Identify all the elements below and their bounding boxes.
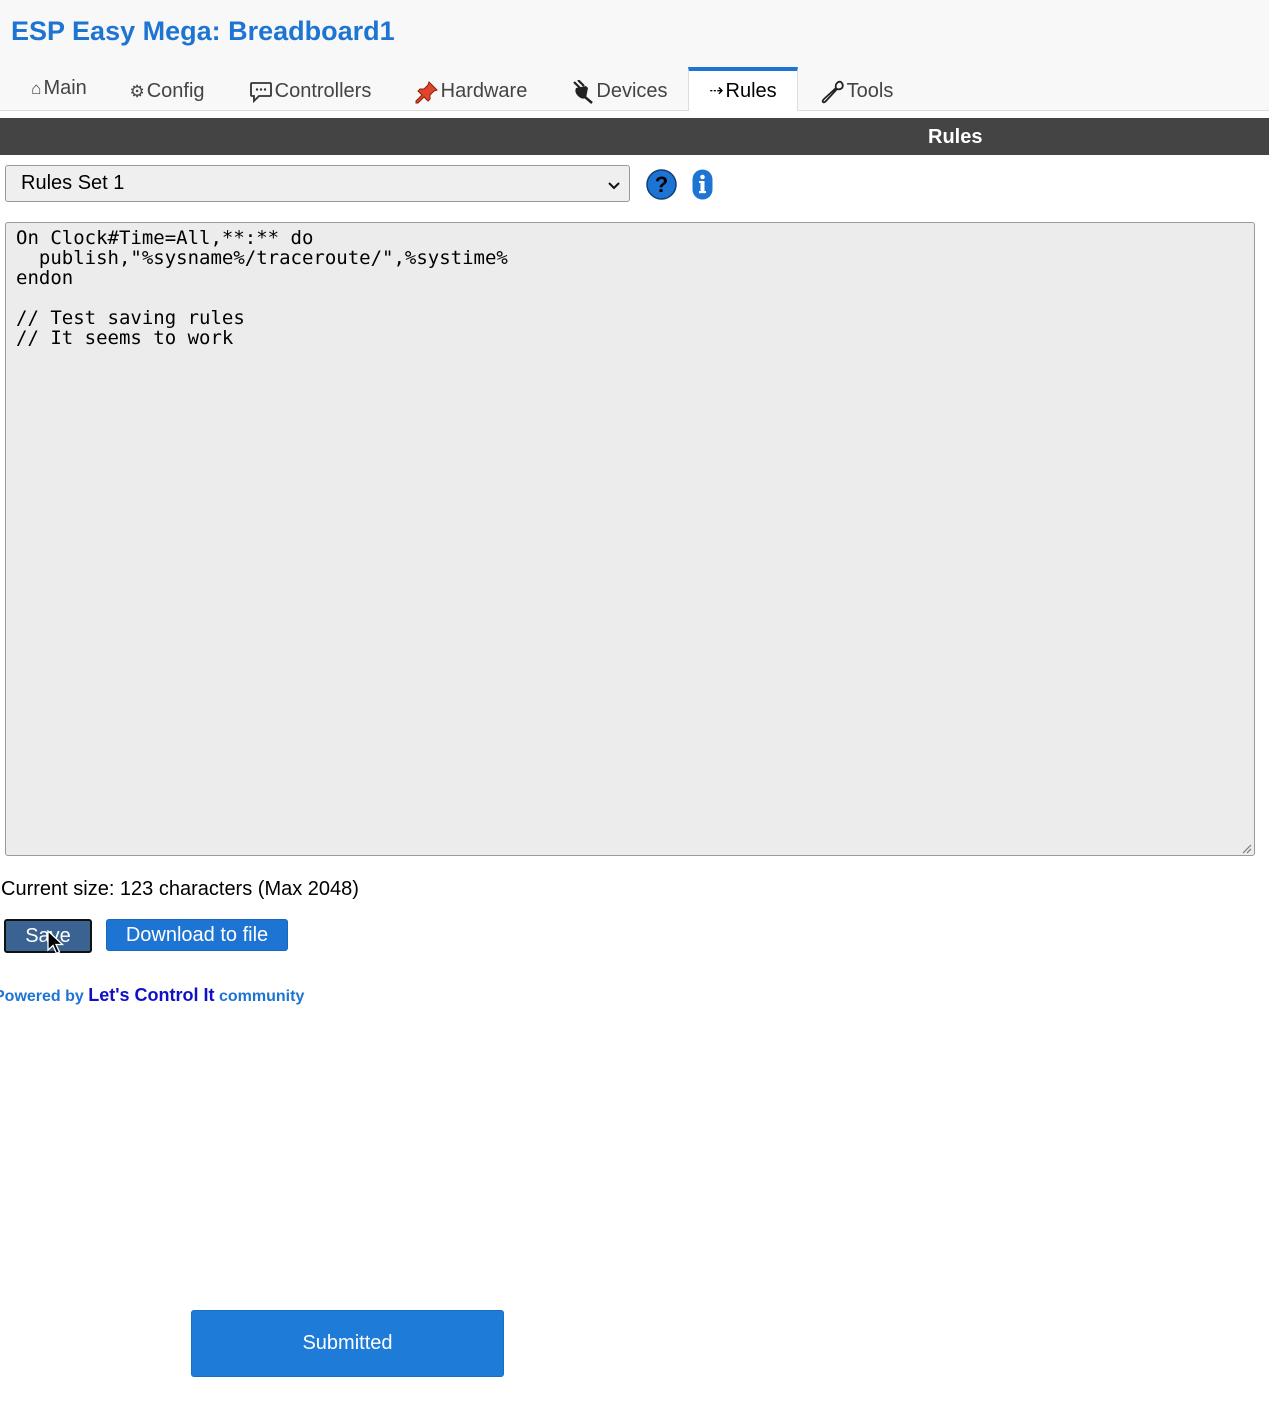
header-bar: ESP Easy Mega: Breadboard1 ⌂ Main ⚙ Config…	[0, 0, 1269, 111]
tab-label: Main	[43, 77, 87, 99]
save-button[interactable]: Save	[4, 919, 92, 953]
tab-label: Controllers	[274, 80, 372, 102]
chevron-down-icon	[607, 175, 621, 198]
info-icon[interactable]	[692, 169, 713, 200]
footer: Powered by Let's Control It community	[0, 985, 304, 1006]
submitted-button[interactable]: Submitted	[191, 1310, 504, 1377]
wrench-icon	[821, 80, 845, 104]
tab-devices[interactable]: Devices	[562, 70, 676, 113]
pushpin-icon	[415, 80, 439, 104]
section-header: Rules	[0, 118, 1269, 155]
download-button[interactable]: Download to file	[106, 919, 288, 951]
tab-rules[interactable]: ⇢ Rules	[688, 67, 798, 111]
tab-config[interactable]: ⚙ Config	[120, 70, 214, 113]
rules-set-select[interactable]: Rules Set 1	[5, 165, 630, 202]
tab-hardware[interactable]: Hardware	[405, 70, 537, 113]
tab-label: Tools	[846, 80, 894, 102]
tab-label: Hardware	[440, 80, 528, 102]
section-title: Rules	[928, 126, 983, 148]
home-icon: ⌂	[31, 78, 42, 98]
tab-label: Devices	[596, 80, 668, 102]
arrow-icon: ⇢	[709, 81, 724, 100]
speech-bubble-icon	[249, 81, 273, 103]
app-title: ESP Easy Mega: Breadboard1	[11, 16, 395, 46]
tab-label: Rules	[725, 79, 777, 102]
resize-grip-icon[interactable]	[1240, 841, 1252, 854]
tab-label: Config	[146, 80, 205, 102]
footer-link[interactable]: Let's Control It	[88, 985, 214, 1005]
tab-main[interactable]: ⌂ Main	[22, 67, 96, 110]
size-info: Current size: 123 characters (Max 2048)	[1, 878, 359, 900]
footer-prefix: Powered by	[0, 988, 84, 1005]
plug-icon	[570, 79, 594, 104]
footer-suffix: community	[219, 988, 305, 1005]
rules-set-selected: Rules Set 1	[21, 172, 125, 194]
svg-text:?: ?	[655, 172, 668, 197]
tab-tools[interactable]: Tools	[812, 70, 902, 113]
rules-editor[interactable]: On Clock#Time=All,**:** do publish,"%sys…	[5, 222, 1255, 856]
gear-icon: ⚙	[129, 81, 145, 101]
tab-controllers[interactable]: Controllers	[240, 70, 380, 113]
help-icon[interactable]: ?	[646, 169, 677, 200]
